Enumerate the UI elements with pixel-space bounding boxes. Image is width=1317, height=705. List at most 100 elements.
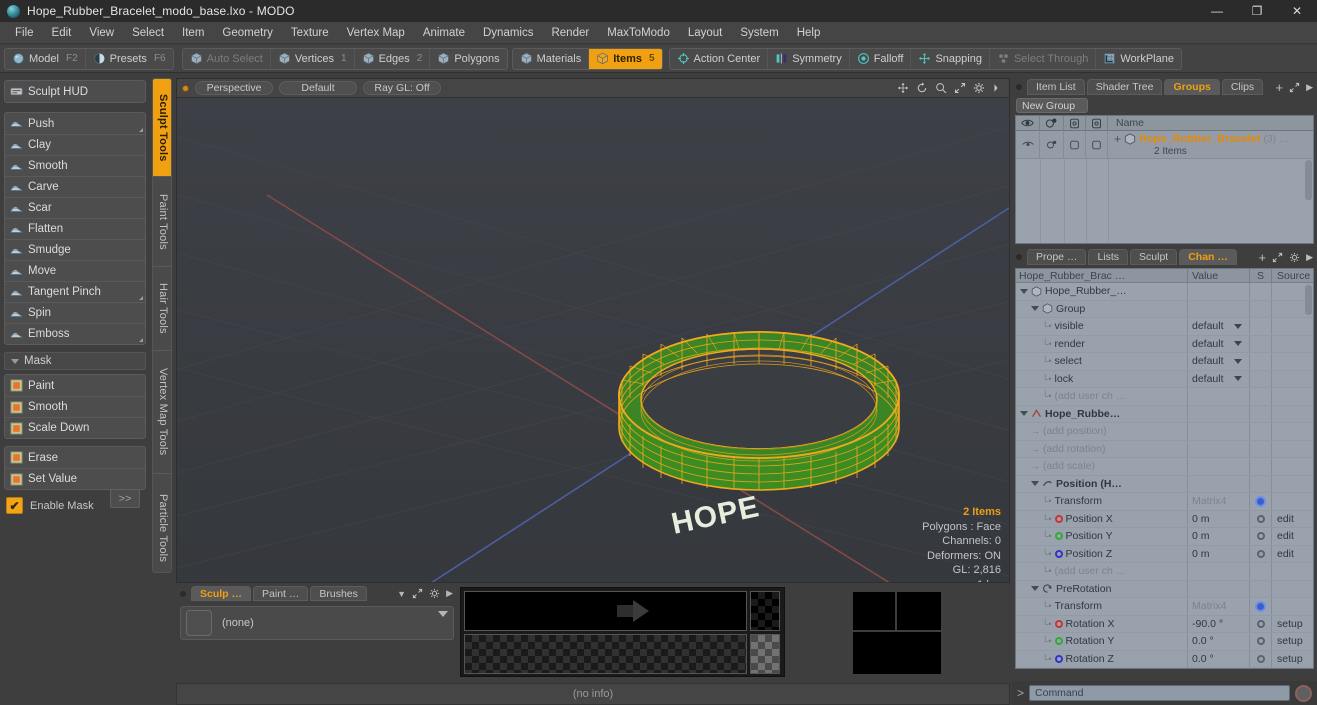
channel-source-cell[interactable] [1272, 598, 1313, 615]
channel-row[interactable]: └• Rotation Z 0.0 ° setup [1016, 650, 1313, 668]
menu-view[interactable]: View [80, 24, 123, 42]
channel-source-cell[interactable]: edit [1272, 546, 1313, 563]
menu-edit[interactable]: Edit [43, 24, 81, 42]
sculpt-tool-emboss[interactable]: Emboss [5, 323, 145, 344]
panel-menu-dot-icon[interactable] [1016, 84, 1022, 90]
channels-scrollbar[interactable] [1305, 285, 1312, 315]
channel-value-cell[interactable] [1188, 405, 1250, 422]
channel-state-cell[interactable] [1250, 458, 1272, 475]
channel-state-cell[interactable] [1250, 423, 1272, 440]
channel-state-icon[interactable] [1256, 654, 1265, 663]
tab-clips[interactable]: Clips [1221, 79, 1264, 95]
chevron-right-icon[interactable]: ▶ [1306, 252, 1313, 263]
channel-state-cell[interactable] [1250, 545, 1272, 562]
channel-row[interactable]: → (add rotation) [1016, 440, 1313, 458]
viewport-canvas[interactable]: HOPE Y X 2 Items Polygons : Face Channel… [177, 98, 1009, 582]
expand-panel-button[interactable]: >> [110, 489, 140, 508]
menu-layout[interactable]: Layout [679, 24, 732, 42]
channel-value-cell[interactable]: 0 m [1188, 510, 1250, 527]
submenu-corner-icon[interactable] [139, 338, 143, 342]
channel-source-cell[interactable] [1272, 318, 1313, 335]
tool-symmetry[interactable]: Symmetry [767, 48, 849, 69]
menu-dynamics[interactable]: Dynamics [474, 24, 542, 42]
chevron-down-icon[interactable] [1234, 323, 1242, 329]
tab-brushes[interactable]: Brushes [310, 586, 367, 601]
channel-row[interactable]: └• Position Y 0 m edit [1016, 528, 1313, 546]
menu-vertex-map[interactable]: Vertex Map [338, 24, 414, 42]
sel-items[interactable]: Items 5 [588, 48, 662, 69]
channel-state-cell[interactable] [1250, 388, 1272, 405]
mask-tool-paint[interactable]: Paint [5, 375, 145, 396]
channel-value-cell[interactable]: Matrix4 [1188, 598, 1250, 615]
channel-state-cell[interactable] [1250, 580, 1272, 597]
chevron-down-icon[interactable] [1031, 306, 1039, 312]
channel-value-cell[interactable]: default [1188, 353, 1250, 370]
channel-state-cell[interactable] [1250, 318, 1272, 335]
menu-system[interactable]: System [731, 24, 787, 42]
channel-source-cell[interactable] [1272, 371, 1313, 388]
menu-render[interactable]: Render [542, 24, 598, 42]
sculpt-tool-smudge[interactable]: Smudge [5, 239, 145, 260]
expand-icon[interactable] [412, 588, 423, 599]
expand-tree-icon[interactable]: + [1114, 132, 1121, 146]
channel-row[interactable]: → (add scale) [1016, 458, 1313, 476]
enable-mask-checkbox[interactable]: ✔ [6, 497, 23, 514]
channel-value-cell[interactable]: 0 m [1188, 545, 1250, 562]
channel-value-cell[interactable] [1188, 563, 1250, 580]
tab-paint-[interactable]: Paint … [253, 586, 309, 601]
channel-value-cell[interactable] [1188, 458, 1250, 475]
minimize-button[interactable]: — [1197, 0, 1237, 22]
viewport-view-mode-button[interactable]: Perspective [195, 81, 273, 95]
col-render-icon[interactable] [1040, 115, 1064, 131]
chevron-down-icon[interactable] [1234, 341, 1242, 347]
channel-value-cell[interactable] [1188, 440, 1250, 457]
channel-state-cell[interactable] [1250, 283, 1272, 300]
groups-list-body[interactable] [1016, 159, 1313, 243]
channel-row[interactable]: └• (add user ch … [1016, 563, 1313, 581]
expand-icon[interactable] [1289, 82, 1300, 93]
channel-value-cell[interactable] [1188, 300, 1250, 317]
vtab-vertex-map-tools[interactable]: Vertex Map Tools [153, 350, 171, 472]
channel-state-cell[interactable] [1250, 615, 1272, 632]
channel-row[interactable]: PreRotation [1016, 580, 1313, 598]
channel-row[interactable]: └• Rotation X -90.0 ° setup [1016, 615, 1313, 633]
tab-sculp-[interactable]: Sculp … [191, 586, 252, 601]
transform-gear-icon[interactable] [1255, 495, 1266, 507]
tool-workplane[interactable]: WorkPlane [1095, 48, 1181, 69]
gear-icon[interactable] [1289, 252, 1300, 263]
plus-icon[interactable]: + [1258, 250, 1266, 265]
channel-row[interactable]: └• (add user ch … [1016, 388, 1313, 406]
tab-chan-[interactable]: Chan … [1179, 249, 1237, 265]
tool-falloff[interactable]: Falloff [848, 48, 911, 69]
sculpt-hud-button[interactable]: Sculpt HUD [5, 81, 145, 102]
submenu-corner-icon[interactable] [139, 128, 143, 132]
channel-state-cell[interactable] [1250, 528, 1272, 545]
row-render-toggle[interactable] [1040, 131, 1064, 158]
pan-icon[interactable] [897, 82, 909, 94]
tool-snapping[interactable]: Snapping [910, 48, 989, 69]
channel-value-cell[interactable] [1188, 475, 1250, 492]
channel-state-cell[interactable] [1250, 493, 1272, 510]
menu-item[interactable]: Item [173, 24, 213, 42]
channel-state-cell[interactable] [1250, 510, 1272, 527]
channel-value-cell[interactable]: 0 m [1188, 528, 1250, 545]
col-eye-icon[interactable] [1016, 115, 1040, 131]
channel-value-cell[interactable]: default [1188, 318, 1250, 335]
mode-model[interactable]: Model F2 [5, 49, 85, 69]
close-button[interactable]: ✕ [1277, 0, 1317, 22]
channel-state-cell[interactable] [1250, 440, 1272, 457]
row-eye-toggle[interactable] [1016, 131, 1040, 158]
channel-value-cell[interactable]: Matrix4 [1188, 493, 1250, 510]
rotate-icon[interactable] [916, 82, 928, 94]
image-preview-panel[interactable] [460, 587, 785, 677]
menu-select[interactable]: Select [123, 24, 173, 42]
vtab-particle-tools[interactable]: Particle Tools [153, 472, 171, 572]
channel-row[interactable]: → (add position) [1016, 423, 1313, 441]
brush-preset-selector[interactable]: (none) [180, 606, 454, 640]
channel-value-cell[interactable] [1188, 580, 1250, 597]
chevron-right-icon[interactable]: ▶ [446, 588, 453, 599]
channel-source-cell[interactable] [1272, 563, 1313, 580]
zoom-icon[interactable] [935, 82, 947, 94]
tab-lists[interactable]: Lists [1088, 249, 1129, 265]
channel-row[interactable]: Hope_Rubbe… [1016, 405, 1313, 423]
